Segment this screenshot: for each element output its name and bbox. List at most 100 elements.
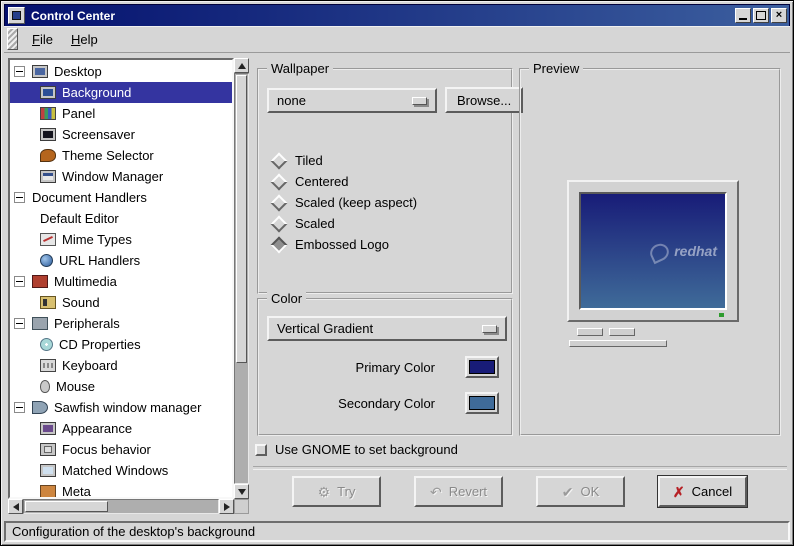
tree-item-screensaver[interactable]: Screensaver	[10, 124, 232, 145]
scroll-left-button[interactable]	[8, 499, 23, 514]
tree-expander-icon[interactable]	[14, 276, 25, 287]
scroll-up-button[interactable]	[234, 58, 249, 73]
scroll-right-button[interactable]	[219, 499, 234, 514]
tree-item-sawfish-window-manager[interactable]: Sawfish window manager	[10, 397, 232, 418]
tree-item-theme-selector[interactable]: Theme Selector	[10, 145, 232, 166]
matched-windows-icon	[40, 464, 56, 477]
radio-icon	[270, 152, 288, 169]
tree-expander-icon[interactable]	[14, 66, 25, 77]
tree-item-peripherals[interactable]: Peripherals	[10, 313, 232, 334]
tree-item-panel[interactable]: Panel	[10, 103, 232, 124]
tree-item-meta[interactable]: Meta	[10, 481, 232, 497]
menu-file[interactable]: File	[23, 29, 62, 50]
tree-expander-icon[interactable]	[14, 402, 25, 413]
horizontal-scroll-trough[interactable]	[23, 499, 219, 514]
tree-item-label: Theme Selector	[62, 148, 154, 163]
wallpaper-option-scaled[interactable]: Scaled	[270, 213, 503, 234]
radio-label: Scaled (keep aspect)	[295, 195, 418, 210]
tree-item-background[interactable]: Background	[10, 82, 232, 103]
multimedia-icon	[32, 275, 48, 288]
arrow-down-icon	[237, 488, 246, 495]
monitor-button-right	[609, 328, 635, 336]
menu-grip-handle[interactable]	[7, 28, 18, 50]
statusbar-text: Configuration of the desktop's backgroun…	[12, 524, 256, 539]
tree-item-label: Keyboard	[62, 358, 118, 373]
wallpaper-option-embossed-logo[interactable]: Embossed Logo	[270, 234, 503, 255]
try-button[interactable]: ⚙ Try	[292, 476, 381, 507]
ok-button[interactable]: ✔ OK	[536, 476, 625, 507]
vertical-scroll-thumb[interactable]	[236, 75, 247, 364]
background-icon	[40, 86, 56, 99]
screensaver-icon	[40, 128, 56, 141]
action-separator	[253, 466, 787, 470]
ok-icon: ✔	[561, 483, 574, 500]
theme-selector-icon	[40, 149, 56, 162]
wallpaper-option-centered[interactable]: Centered	[270, 171, 503, 192]
secondary-color-label: Secondary Color	[338, 395, 435, 411]
tree-item-label: Default Editor	[40, 211, 119, 226]
radio-icon	[270, 194, 288, 211]
browse-button[interactable]: Browse...	[445, 87, 524, 113]
close-button[interactable]: ×	[771, 8, 787, 23]
cancel-button[interactable]: ✗ Cancel	[658, 476, 747, 507]
menu-help[interactable]: Help	[62, 29, 107, 50]
tree-item-keyboard[interactable]: Keyboard	[10, 355, 232, 376]
scroll-down-button[interactable]	[234, 484, 249, 499]
tree-item-label: CD Properties	[59, 337, 141, 352]
radio-label: Centered	[295, 174, 349, 189]
secondary-color-swatch[interactable]	[465, 392, 499, 414]
tree-horizontal-scrollbar[interactable]	[8, 499, 234, 514]
window-menu-icon[interactable]	[8, 7, 25, 24]
close-icon: ×	[775, 9, 783, 21]
window-controls: ×	[735, 8, 787, 23]
tree-item-sound[interactable]: Sound	[10, 292, 232, 313]
tree-expander-icon[interactable]	[14, 192, 25, 203]
minimize-button[interactable]	[735, 8, 751, 23]
arrow-right-icon	[223, 502, 230, 511]
use-gnome-checkbox[interactable]	[255, 443, 267, 456]
tree-item-label: Mime Types	[62, 232, 132, 247]
tree-item-matched-windows[interactable]: Matched Windows	[10, 460, 232, 481]
wallpaper-option-scaled-keep-aspect[interactable]: Scaled (keep aspect)	[270, 192, 503, 213]
primary-color-swatch[interactable]	[465, 356, 499, 378]
tree-item-default-editor[interactable]: Default Editor	[10, 208, 232, 229]
tree-item-label: Matched Windows	[62, 463, 169, 478]
tree-vertical-scrollbar[interactable]	[234, 58, 249, 499]
window-manager-icon	[40, 170, 56, 183]
tree-expander-icon[interactable]	[14, 318, 25, 329]
wallpaper-file-dropdown[interactable]: none	[267, 88, 437, 113]
gradient-dropdown[interactable]: Vertical Gradient	[267, 316, 507, 341]
tree-item-desktop[interactable]: Desktop	[10, 61, 232, 82]
tree-item-window-manager[interactable]: Window Manager	[10, 166, 232, 187]
revert-button[interactable]: ↶ Revert	[414, 476, 503, 507]
use-gnome-checkbox-label: Use GNOME to set background	[275, 442, 458, 457]
arrow-left-icon	[12, 502, 19, 511]
color-group-title: Color	[267, 291, 307, 306]
maximize-button[interactable]	[753, 8, 769, 23]
focus-behavior-icon	[40, 443, 56, 456]
primary-color-row: Primary Color	[259, 356, 499, 378]
vertical-scroll-trough[interactable]	[234, 73, 249, 484]
tree-item-mouse[interactable]: Mouse	[10, 376, 232, 397]
redhat-watermark: redhat	[674, 243, 717, 259]
tree-item-appearance[interactable]: Appearance	[10, 418, 232, 439]
tree-item-document-handlers[interactable]: Document Handlers	[10, 187, 232, 208]
appearance-icon	[40, 422, 56, 435]
horizontal-scroll-thumb[interactable]	[25, 501, 109, 512]
tree-item-mime-types[interactable]: Mime Types	[10, 229, 232, 250]
titlebar[interactable]: Control Center ×	[4, 4, 790, 27]
tree-item-label: Panel	[62, 106, 96, 121]
tree-item-label: Mouse	[56, 379, 96, 394]
mime-types-icon	[40, 233, 56, 246]
tree-item-multimedia[interactable]: Multimedia	[10, 271, 232, 292]
wallpaper-group: Wallpaper none Browse... Tiled Centered Sc…	[257, 61, 524, 294]
tree-item-url-handlers[interactable]: URL Handlers	[10, 250, 232, 271]
tree-item-focus-behavior[interactable]: Focus behavior	[10, 439, 232, 460]
primary-color-label: Primary Color	[355, 359, 435, 375]
tree-item-label: Appearance	[62, 421, 133, 436]
tree-item-label: Sawfish window manager	[54, 400, 202, 415]
secondary-color-row: Secondary Color	[259, 392, 499, 414]
wallpaper-option-tiled[interactable]: Tiled	[270, 150, 503, 171]
use-gnome-checkbox-row[interactable]: Use GNOME to set background	[255, 442, 458, 457]
tree-item-cd-properties[interactable]: CD Properties	[10, 334, 232, 355]
